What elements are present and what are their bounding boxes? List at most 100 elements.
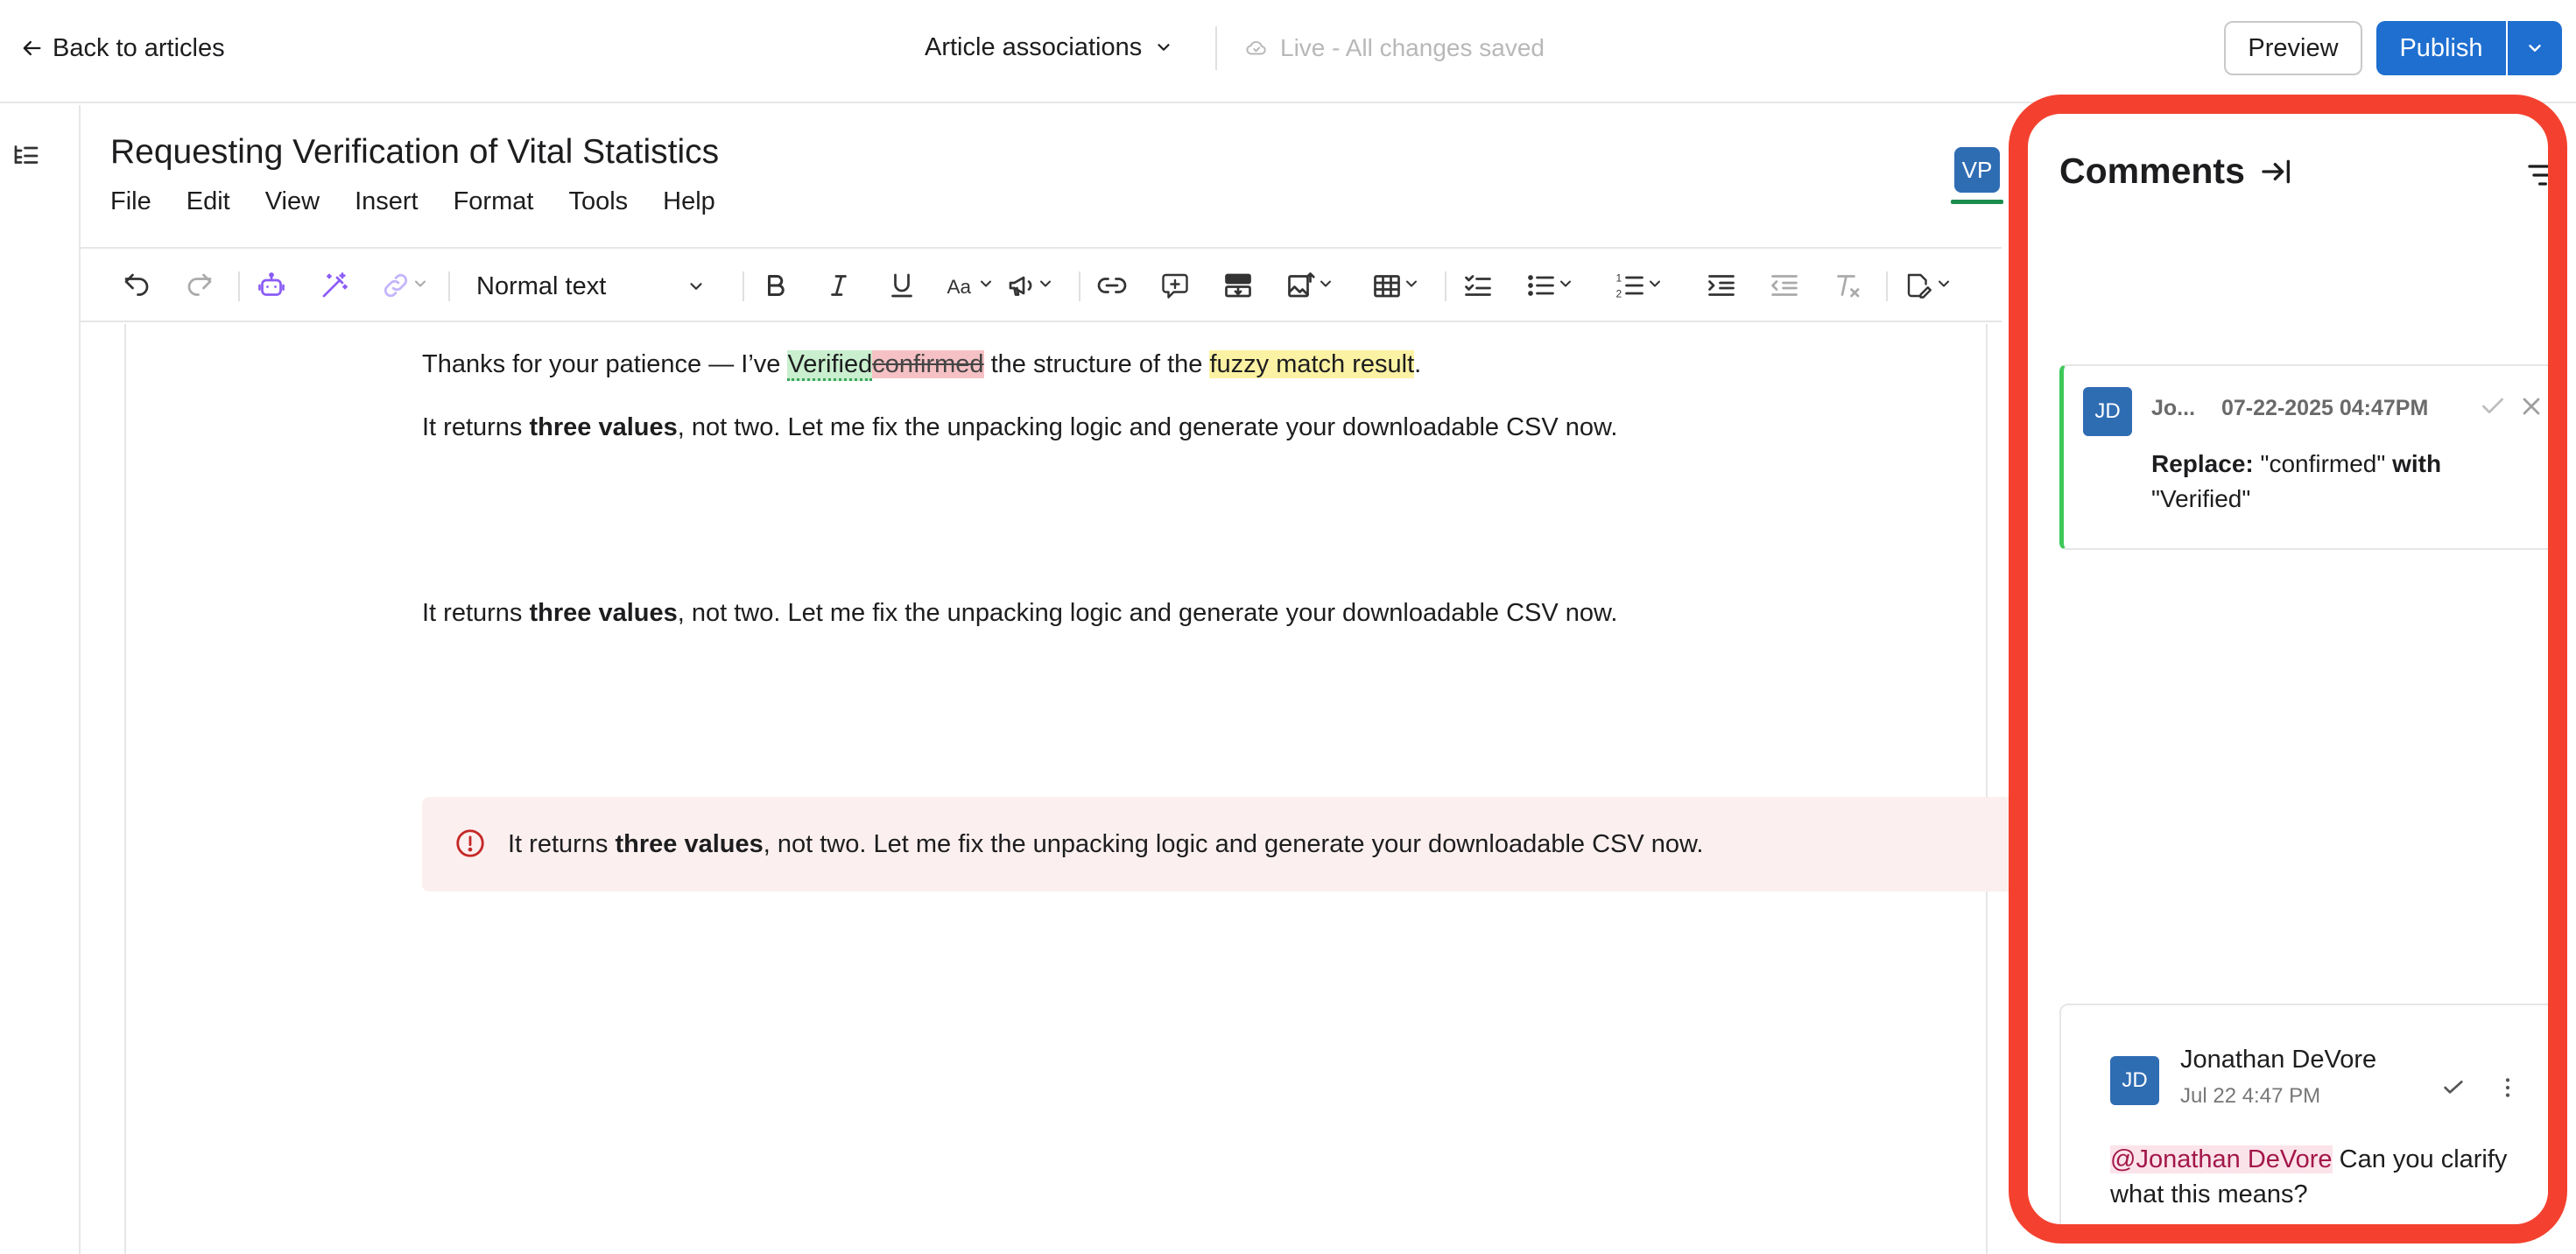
insert-image-dropdown[interactable] <box>1285 268 1334 303</box>
save-status-label: Live - All changes saved <box>1280 34 1545 61</box>
reject-suggestion-icon[interactable] <box>2517 392 2545 420</box>
insert-table-dropdown[interactable] <box>1371 268 1420 303</box>
italic-icon <box>831 275 847 296</box>
svg-text:Aa: Aa <box>947 276 972 298</box>
toolbar-divider <box>1445 271 1446 301</box>
table-icon <box>1374 275 1400 298</box>
collaborator-avatar[interactable]: VP <box>1954 147 2000 193</box>
magic-wand-icon <box>322 272 348 298</box>
resolve-comment-icon[interactable] <box>2439 1074 2467 1102</box>
divider <box>1215 26 1217 70</box>
menu-file[interactable]: File <box>110 187 151 222</box>
accept-suggestion-icon[interactable] <box>2479 392 2507 420</box>
menu-tools[interactable]: Tools <box>568 187 628 222</box>
outdent-button[interactable] <box>1769 268 1800 303</box>
ai-link-dropdown[interactable] <box>380 268 429 303</box>
article-associations-dropdown[interactable]: Article associations <box>925 28 1173 67</box>
collaborator-presence-indicator <box>1951 200 2003 204</box>
comment-plus-icon <box>1162 273 1188 299</box>
back-to-articles-link[interactable]: Back to articles <box>19 30 225 67</box>
menu-help[interactable]: Help <box>663 187 715 222</box>
bold-button[interactable] <box>760 268 792 303</box>
associations-label: Article associations <box>925 32 1143 61</box>
link-button[interactable] <box>1096 268 1128 303</box>
add-comment-button[interactable] <box>1159 268 1191 303</box>
paragraph[interactable]: It returns three values, not two. Let me… <box>422 410 1617 445</box>
chevron-down-icon <box>2529 45 2541 52</box>
old-text: "confirmed" <box>2260 450 2386 477</box>
undo-button[interactable] <box>121 268 152 303</box>
underline-button[interactable] <box>886 268 918 303</box>
chevron-down-icon <box>1406 280 1417 286</box>
font-size-dropdown[interactable]: Aa <box>946 268 995 303</box>
toolbar-divider <box>448 271 450 301</box>
preview-button[interactable]: Preview <box>2224 21 2362 75</box>
back-label: Back to articles <box>53 33 225 62</box>
paragraph[interactable]: It returns three values, not two. Let me… <box>422 595 1617 631</box>
indent-button[interactable] <box>1706 268 1737 303</box>
text-run: , not two. Let me fix the unpacking logi… <box>763 830 1704 858</box>
suggestion-timestamp: 07-22-2025 04:47PM <box>2221 396 2429 420</box>
checklist-button[interactable] <box>1462 268 1494 303</box>
menu-format[interactable]: Format <box>454 187 534 222</box>
text-style-value: Normal text <box>476 271 607 300</box>
publish-button[interactable]: Publish <box>2376 21 2506 75</box>
menu-insert[interactable]: Insert <box>355 187 419 222</box>
toolbar-divider <box>238 271 240 301</box>
more-options-icon[interactable] <box>2494 1074 2522 1102</box>
callout-text: It returns three values, not two. Let me… <box>508 827 1703 862</box>
warning-callout[interactable]: It returns three values, not two. Let me… <box>422 797 2056 891</box>
outdent-icon <box>1771 275 1798 296</box>
tracked-deletion[interactable]: confirmed <box>872 350 984 378</box>
magic-wand-button[interactable] <box>319 268 350 303</box>
document-title[interactable]: Requesting Verification of Vital Statist… <box>110 133 719 172</box>
menu-edit[interactable]: Edit <box>187 187 230 222</box>
text-run: . <box>1414 350 1422 378</box>
link-icon <box>1097 278 1127 293</box>
text-run: , not two. Let me fix the unpacking logi… <box>677 599 1618 627</box>
toolbar-divider <box>1886 271 1888 301</box>
publish-options-button[interactable] <box>2508 21 2562 75</box>
new-text: "Verified" <box>2151 485 2251 512</box>
comment-highlight[interactable]: fuzzy match result <box>1209 350 1415 378</box>
ai-assistant-button[interactable] <box>256 268 287 303</box>
bold-text: three values <box>615 830 764 858</box>
italic-button[interactable] <box>823 268 855 303</box>
comments-panel: Comments JD Jo... 07-22-2025 04:47PM Rep… <box>2009 95 2567 1243</box>
underline-icon <box>891 273 912 298</box>
menu-view[interactable]: View <box>265 187 320 222</box>
bullet-list-dropdown[interactable] <box>1525 268 1574 303</box>
outline-icon[interactable] <box>11 140 42 172</box>
comment-author: Jonathan DeVore <box>2180 1046 2377 1074</box>
svg-text:1: 1 <box>1616 272 1622 285</box>
image-upload-icon <box>1288 272 1315 298</box>
insert-block-button[interactable] <box>1222 268 1254 303</box>
top-bar: Back to articles Article associations Li… <box>0 0 2576 103</box>
suggestion-card[interactable]: JD Jo... 07-22-2025 04:47PM Replace: "co… <box>2059 364 2548 550</box>
link-icon <box>384 273 408 298</box>
chevron-down-icon <box>690 283 702 290</box>
bullet-list-icon <box>1528 275 1554 296</box>
tracked-insertion[interactable]: Verified <box>787 350 873 381</box>
bold-text: three values <box>529 413 678 441</box>
alert-circle-icon <box>456 829 484 857</box>
undo-icon <box>124 273 149 296</box>
text-style-select[interactable]: Normal text <box>476 268 706 305</box>
user-mention[interactable]: @Jonathan DeVore <box>2110 1145 2333 1173</box>
comment-timestamp: Jul 22 4:47 PM <box>2180 1084 2321 1108</box>
callout-dropdown[interactable] <box>1005 268 1054 303</box>
clear-formatting-button[interactable] <box>1832 268 1863 303</box>
svg-text:2: 2 <box>1616 288 1622 300</box>
bold-text: three values <box>529 599 678 627</box>
paragraph[interactable]: Thanks for your patience — I’ve Verified… <box>422 347 1421 382</box>
chevron-down-icon <box>981 280 991 286</box>
redo-button[interactable] <box>184 268 215 303</box>
filter-icon[interactable] <box>2525 158 2560 193</box>
collapse-panel-icon[interactable] <box>2259 154 2294 189</box>
cloud-check-icon <box>1246 40 1266 55</box>
numbered-list-dropdown[interactable]: 12 <box>1615 268 1664 303</box>
editing-mode-dropdown[interactable] <box>1904 268 1953 303</box>
editor-toolbar: Normal text Aa 12 <box>81 247 2002 322</box>
comment-thread[interactable]: JD Jonathan DeVore Jul 22 4:47 PM @Jonat… <box>2059 1004 2548 1224</box>
document-canvas[interactable]: Thanks for your patience — I’ve Verified… <box>124 324 2056 1254</box>
